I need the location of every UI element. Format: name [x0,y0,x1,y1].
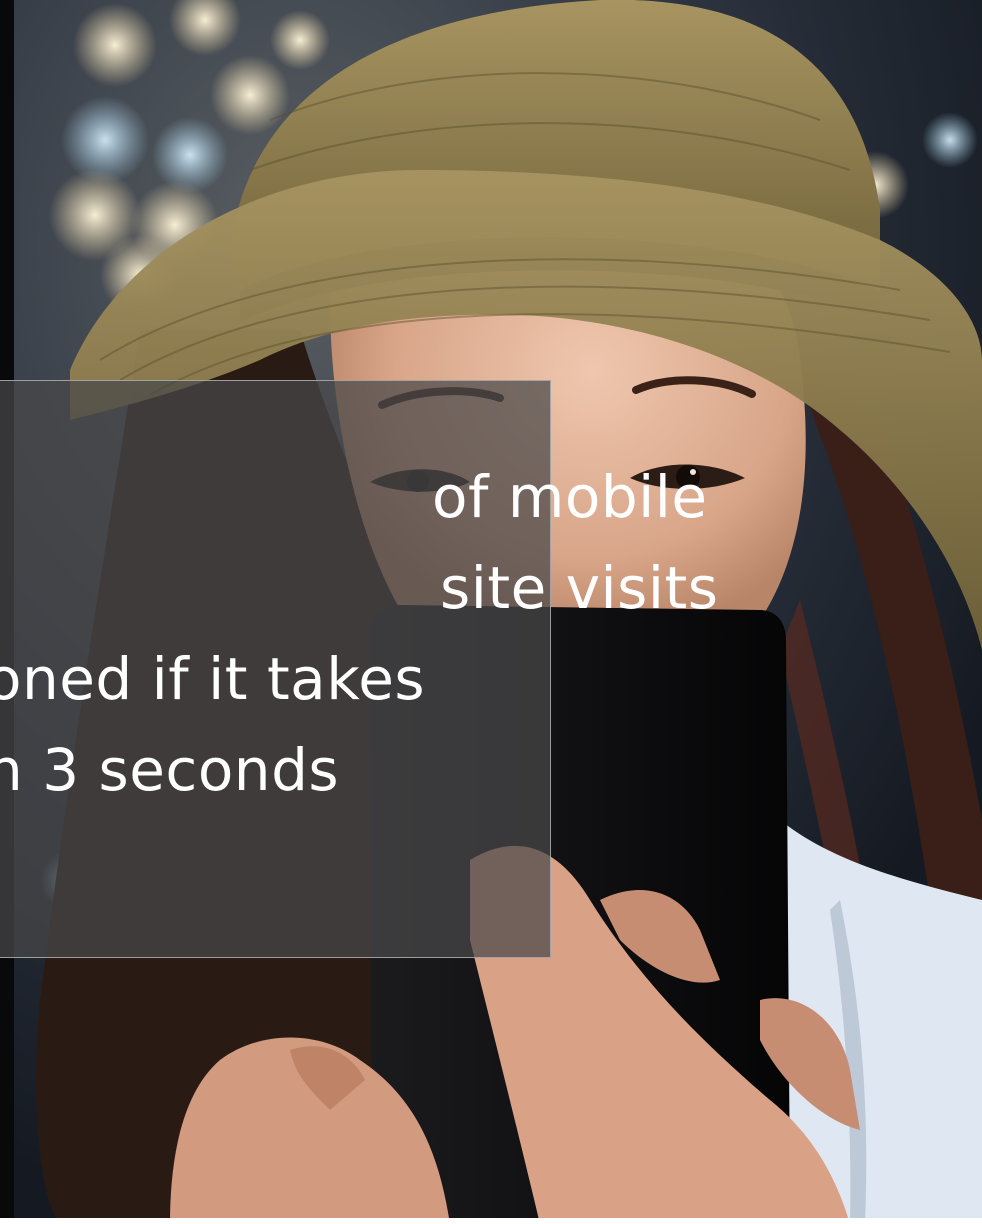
stat-text-line-2: site visits [440,554,719,622]
bottom-edge [0,1218,982,1224]
hero-image: of mobile site visits oned if it takes n… [0,0,982,1224]
stat-text-line-4: n 3 seconds [0,736,340,804]
stat-text-line-1: of mobile [432,463,708,531]
stat-text-line-3: oned if it takes [0,645,426,713]
